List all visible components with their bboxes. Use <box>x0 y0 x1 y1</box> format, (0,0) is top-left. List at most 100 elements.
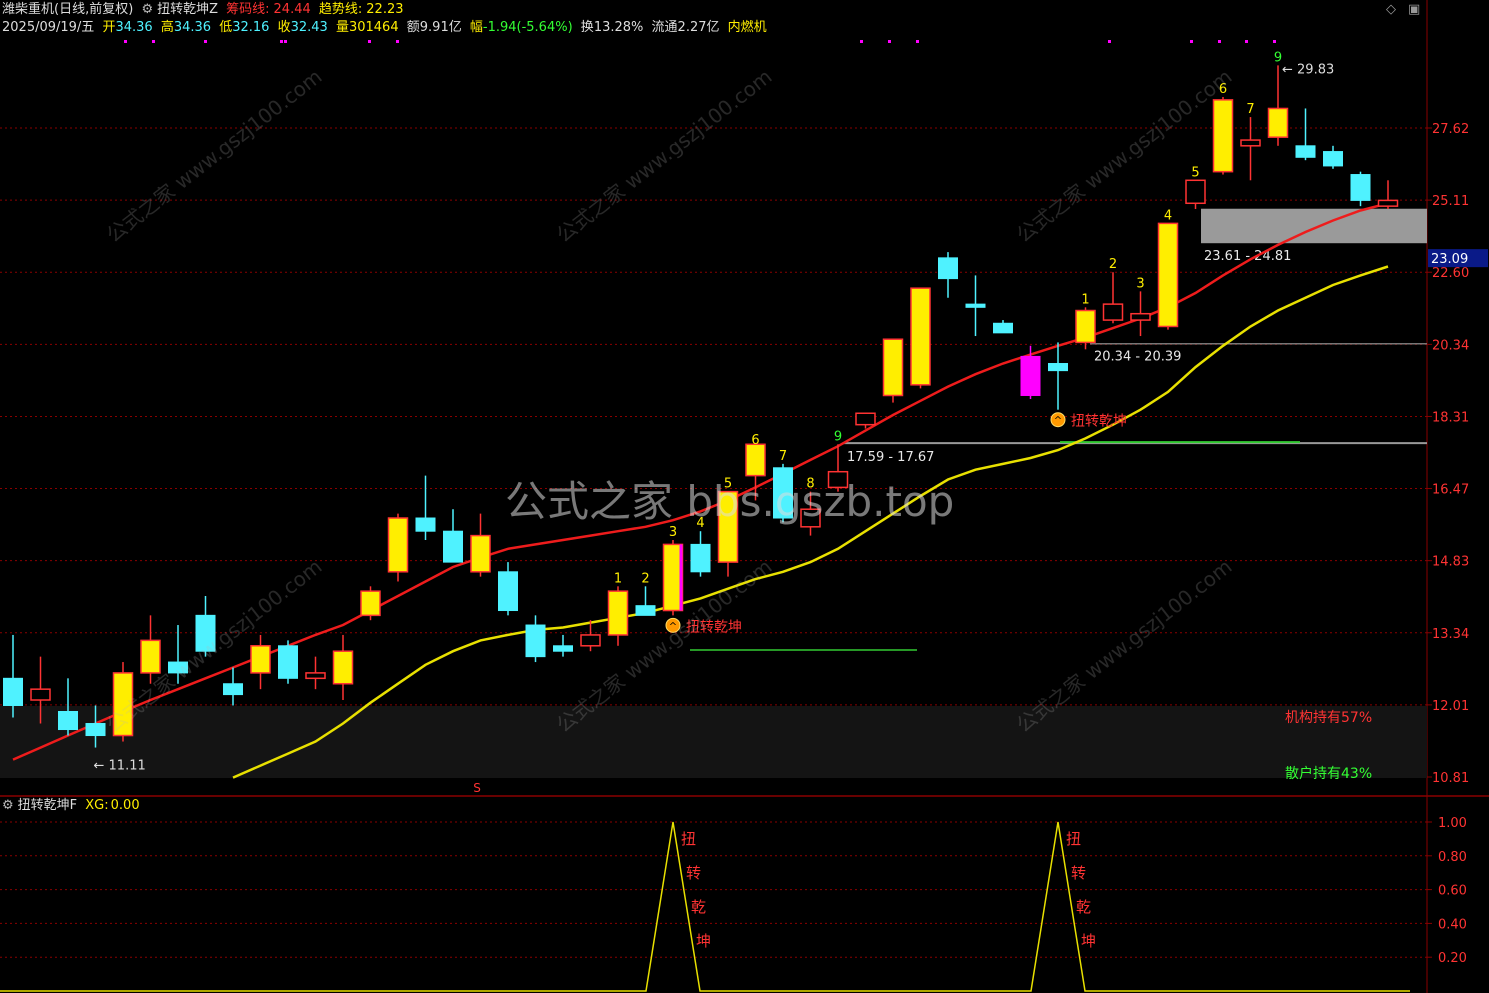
candle-body <box>85 723 106 737</box>
holding-label: 机构持有57% <box>1285 710 1372 726</box>
marker-dot <box>284 40 287 43</box>
candle-body <box>607 590 629 636</box>
y-tick-label: 20.34 <box>1432 338 1469 353</box>
candle-body <box>1295 145 1316 158</box>
count-label: 9 <box>1274 50 1282 65</box>
holdings-band <box>0 706 1427 778</box>
candle-body <box>305 672 326 680</box>
close-label: 收 <box>277 20 291 35</box>
marker-dot <box>124 40 127 43</box>
sub-gear-icon[interactable]: ⚙ <box>2 798 14 813</box>
marker-dot <box>1245 40 1248 43</box>
candle-body <box>1185 179 1206 205</box>
stock-name: 潍柴重机 <box>2 2 55 17</box>
amount-value: 9.91亿 <box>419 20 462 35</box>
marker-dot <box>916 40 919 43</box>
sub-indicator-header: ⚙ 扭转乾坤F XG: 0.00 <box>2 798 144 814</box>
float-label: 流通 <box>651 20 678 35</box>
marker-dot <box>152 40 155 43</box>
diamond-icon[interactable]: ◇ <box>1386 2 1396 17</box>
candle-body <box>332 650 354 685</box>
candle-body <box>415 517 436 532</box>
count-label: 9 <box>834 429 842 444</box>
gear-icon[interactable]: ⚙ <box>141 2 153 17</box>
candle-body <box>1267 107 1289 138</box>
price-tag-label: 23.09 <box>1431 252 1468 267</box>
spike-char: 扭 <box>1066 830 1081 848</box>
marker-dot <box>860 40 863 43</box>
candle-body <box>470 534 491 573</box>
change-value: -1.94(-5.64%) <box>482 20 573 35</box>
chip-line-label: 筹码线: <box>226 2 270 17</box>
float-value: 2.27亿 <box>677 20 720 35</box>
spike-char: 坤 <box>1081 932 1096 950</box>
high-label: 高 <box>160 20 174 35</box>
sub-tick-label: 0.80 <box>1438 850 1467 865</box>
s-mark: S <box>473 781 481 795</box>
candle-body <box>1130 312 1151 321</box>
y-tick-label: 13.34 <box>1432 627 1469 642</box>
y-tick-label: 12.01 <box>1432 699 1469 714</box>
candle-body <box>360 590 381 617</box>
signal-icon-glyph: ^ <box>1054 416 1062 427</box>
count-label: 1 <box>614 571 622 586</box>
signal-label: 扭转乾坤 <box>1071 414 1127 430</box>
trend-line-label: 趋势线: <box>318 2 363 17</box>
marker-dot <box>1190 40 1193 43</box>
count-label: 5 <box>1191 165 1199 180</box>
open-label: 开 <box>102 20 116 35</box>
candle-body <box>635 605 656 616</box>
open-value: 34.36 <box>115 20 153 35</box>
candle-body <box>58 710 78 731</box>
candle-body <box>1212 99 1234 173</box>
candle-body <box>525 624 546 658</box>
candle-body <box>3 677 23 706</box>
volume-label: 量 <box>335 20 349 35</box>
candle-body <box>1323 151 1343 167</box>
candle-body <box>580 634 601 647</box>
candle-body <box>498 571 518 612</box>
sub-indicator-name[interactable]: 扭转乾坤F <box>18 798 77 813</box>
y-tick-label: 14.83 <box>1432 555 1469 570</box>
low-label: 低 <box>219 20 233 35</box>
candle-body <box>30 688 51 701</box>
y-tick-label: 22.60 <box>1432 266 1469 281</box>
y-tick-label: 10.81 <box>1432 771 1469 786</box>
count-label: 3 <box>1136 276 1144 291</box>
sub-tick-label: 0.40 <box>1438 917 1467 932</box>
candle-body <box>1240 139 1261 147</box>
indicator-header: 潍柴重机(日线,前复权) ⚙ 扭转乾坤Z 筹码线: 24.44 趋势线: 22.23 <box>2 2 408 18</box>
marker-dot <box>368 40 371 43</box>
candle-body <box>1048 363 1068 372</box>
industry-label: 内燃机 <box>727 20 767 35</box>
candle-body <box>1075 309 1096 344</box>
candle-body <box>387 517 409 573</box>
zone-label: 20.34 - 20.39 <box>1094 350 1181 365</box>
low-value: 32.16 <box>232 20 270 35</box>
y-tick-label: 25.11 <box>1432 194 1469 209</box>
window-icon[interactable]: ▣ <box>1408 2 1420 17</box>
marker-dot <box>888 40 891 43</box>
trend-line-value: 22.23 <box>366 2 404 17</box>
candle-body <box>1350 174 1371 201</box>
change-label: 幅 <box>469 20 483 35</box>
sub-tick-label: 0.60 <box>1438 884 1467 899</box>
marker-dot <box>396 40 399 43</box>
y-tick-label: 27.62 <box>1432 122 1469 137</box>
indicator-name[interactable]: 扭转乾坤Z <box>157 2 218 17</box>
spike-char: 乾 <box>1076 898 1091 916</box>
candle-body <box>223 683 243 696</box>
marker-dot <box>1218 40 1221 43</box>
count-label: 2 <box>641 571 649 586</box>
candle-body <box>965 303 986 308</box>
close-value: 32.43 <box>290 20 328 35</box>
candle-body <box>690 543 711 573</box>
candle-body <box>1020 355 1041 396</box>
count-label: 1 <box>1081 292 1089 307</box>
candle-body <box>1377 199 1399 207</box>
count-label: 7 <box>1246 102 1254 117</box>
low-mark: ← 11.11 <box>94 759 146 774</box>
y-tick-label: 16.47 <box>1432 483 1469 498</box>
signal-stripe <box>679 544 683 611</box>
count-label: 2 <box>1109 257 1117 272</box>
